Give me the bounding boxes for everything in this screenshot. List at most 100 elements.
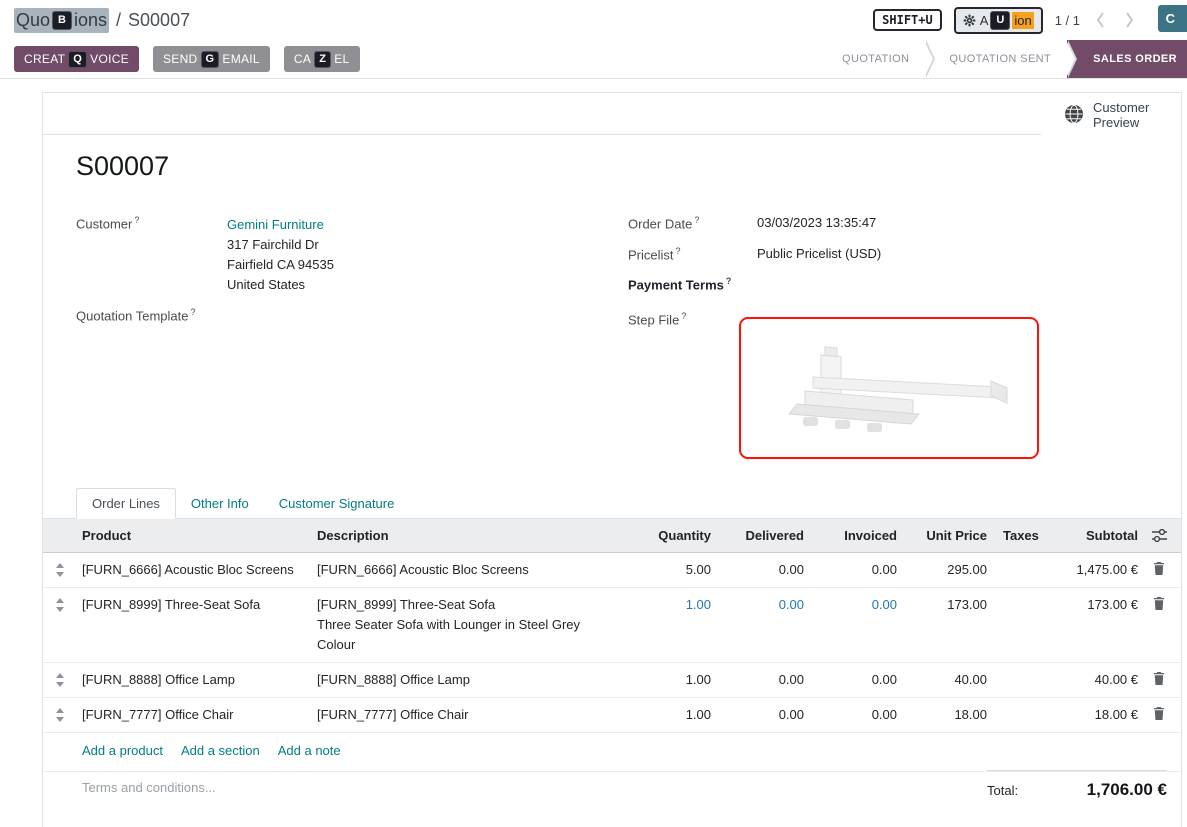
cell-subtotal: 1,475.00 € [1041,553,1146,587]
step-file-3d-model-image [761,331,1017,446]
customer-preview-button[interactable]: Customer Preview [1064,100,1159,130]
drag-handle-icon[interactable] [43,588,76,612]
cell-unit-price[interactable]: 18.00 [899,698,999,732]
order-lines-header-row: Product Description Quantity Delivered I… [43,519,1181,553]
delete-line-button[interactable] [1146,663,1172,685]
action-menu-button[interactable]: AUion [954,7,1043,34]
sale-order-page: QuoBions / S00007 SHIFT+U AUion 1 / 1 C … [0,0,1187,827]
form-sheet: Customer Preview S00007 Customer? Gemini… [42,92,1182,827]
cell-unit-price[interactable]: 173.00 [899,588,999,622]
cell-product[interactable]: [FURN_8888] Office Lamp [76,663,313,697]
help-icon: ? [694,215,699,225]
optional-columns-icon[interactable] [1146,529,1172,542]
help-icon: ? [134,215,139,225]
breadcrumb-quotations-link[interactable]: QuoBions [14,8,109,33]
order-line-row: [FURN_7777] Office Chair [FURN_7777] Off… [43,698,1181,733]
add-a-section-link[interactable]: Add a section [181,743,260,758]
cell-description[interactable]: [FURN_7777] Office Chair [313,698,623,732]
col-product: Product [76,526,313,546]
order-date-label: Order Date? [628,215,699,231]
cell-product[interactable]: [FURN_6666] Acoustic Bloc Screens [76,553,313,587]
col-description: Description [313,526,623,546]
breadcrumb-parent-post: ions [74,10,107,31]
pager: 1 / 1 [1055,13,1080,28]
cell-quantity[interactable]: 1.00 [623,698,713,732]
drag-handle-icon[interactable] [43,553,76,577]
top-bar-controls: SHIFT+U AUion 1 / 1 [873,0,1138,40]
cell-invoiced[interactable]: 0.00 [806,553,899,587]
quotation-template-label: Quotation Template? [76,307,196,323]
cell-taxes[interactable] [999,553,1041,567]
cell-invoiced[interactable]: 0.00 [806,663,899,697]
corner-hint-badge: C [1158,5,1187,32]
col-quantity: Quantity [623,526,713,546]
status-step-label: QUOTATION [842,53,909,65]
cancel-button[interactable]: CAZEL [284,46,360,72]
order-lines-table: Product Description Quantity Delivered I… [43,519,1181,772]
customer-address-line: Fairfield CA 94535 [227,255,334,275]
order-line-row: [FURN_8888] Office Lamp [FURN_8888] Offi… [43,663,1181,698]
delete-line-button[interactable] [1146,698,1172,720]
cell-description[interactable]: [FURN_8999] Three-Seat SofaThree Seater … [313,588,623,662]
cell-unit-price[interactable]: 295.00 [899,553,999,587]
action-label-post: ion [1012,12,1033,29]
tab-other-info[interactable]: Other Info [176,489,264,518]
cell-delivered[interactable]: 0.00 [713,698,806,732]
order-line-row: [FURN_6666] Acoustic Bloc Screens [FURN_… [43,553,1181,588]
pager-prev-button[interactable] [1092,10,1109,30]
col-unit-price: Unit Price [899,526,999,546]
tab-order-lines[interactable]: Order Lines [76,488,176,519]
order-date-value[interactable]: 03/03/2023 13:35:47 [757,215,876,230]
help-icon: ? [681,311,686,321]
cell-taxes[interactable] [999,588,1041,602]
pricelist-value[interactable]: Public Pricelist (USD) [757,246,881,261]
customer-link[interactable]: Gemini Furniture [227,217,324,232]
col-taxes: Taxes [999,526,1041,546]
cell-quantity[interactable]: 1.00 [623,588,713,622]
cell-taxes[interactable] [999,663,1041,677]
step-file-preview[interactable] [739,317,1039,459]
terms-and-conditions-placeholder[interactable]: Terms and conditions... [82,780,216,795]
cell-taxes[interactable] [999,698,1041,712]
status-step-quotation[interactable]: QUOTATION [824,40,925,78]
status-step-quotation-sent[interactable]: QUOTATION SENT [925,40,1067,78]
action-label-pre: A [980,13,989,28]
cell-quantity[interactable]: 1.00 [623,663,713,697]
create-invoice-button[interactable]: CREATQVOICE [14,46,139,72]
col-invoiced: Invoiced [806,526,899,546]
status-step-sales-order[interactable]: SALES ORDER [1067,40,1187,78]
drag-handle-icon[interactable] [43,698,76,722]
cell-invoiced[interactable]: 0.00 [806,588,899,622]
cell-invoiced[interactable]: 0.00 [806,698,899,732]
add-a-note-link[interactable]: Add a note [278,743,341,758]
add-a-product-link[interactable]: Add a product [82,743,163,758]
tab-customer-signature[interactable]: Customer Signature [264,489,410,518]
status-step-label: QUOTATION SENT [949,53,1051,65]
shortcut-badge: SHIFT+U [873,9,942,31]
customer-preview-label: Customer Preview [1093,100,1159,130]
customer-address-line: United States [227,275,334,295]
total-label: Total: [987,783,1018,798]
delete-line-button[interactable] [1146,588,1172,610]
breadcrumb: QuoBions / S00007 [14,0,190,40]
drag-handle-icon[interactable] [43,663,76,687]
cell-product[interactable]: [FURN_8999] Three-Seat Sofa [76,588,313,622]
payment-terms-label: Payment Terms? [628,276,731,292]
create-invoice-label-post: VOICE [90,52,129,66]
cell-delivered[interactable]: 0.00 [713,588,806,622]
sheet-top-divider [43,134,1041,135]
cell-delivered[interactable]: 0.00 [713,553,806,587]
cell-description[interactable]: [FURN_8888] Office Lamp [313,663,623,697]
cell-unit-price[interactable]: 40.00 [899,663,999,697]
cell-quantity[interactable]: 5.00 [623,553,713,587]
cell-product[interactable]: [FURN_7777] Office Chair [76,698,313,732]
cell-delivered[interactable]: 0.00 [713,663,806,697]
order-line-row: [FURN_8999] Three-Seat Sofa [FURN_8999] … [43,588,1181,663]
gear-icon [963,14,976,27]
pager-next-button[interactable] [1121,10,1138,30]
hint-badge-g: G [201,51,220,68]
order-title: S00007 [76,151,169,182]
send-email-button[interactable]: SENDGEMAIL [153,46,270,72]
cell-description[interactable]: [FURN_6666] Acoustic Bloc Screens [313,553,623,587]
delete-line-button[interactable] [1146,553,1172,575]
